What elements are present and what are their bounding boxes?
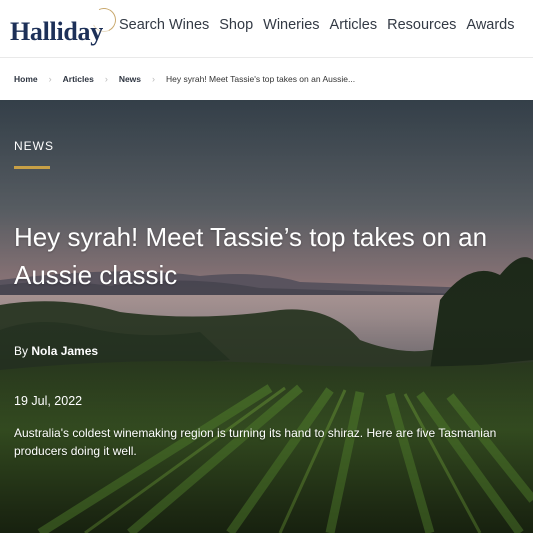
breadcrumb-bar: Home › Articles › News › Hey syrah! Meet…	[0, 58, 533, 100]
nav-search-wines[interactable]: Search Wines	[119, 17, 209, 33]
category-underline	[14, 166, 50, 169]
breadcrumb-articles[interactable]: Articles	[63, 74, 94, 84]
nav-awards[interactable]: Awards	[466, 17, 514, 33]
article-summary: Australia's coldest winemaking region is…	[14, 426, 497, 458]
main-nav: Search Wines Shop Wineries Articles Reso…	[119, 17, 525, 33]
chevron-right-icon: ›	[152, 74, 156, 84]
nav-wineries[interactable]: Wineries	[263, 17, 319, 33]
article-title: Hey syrah! Meet Tassie’s top takes on an…	[14, 222, 488, 290]
breadcrumb-news[interactable]: News	[119, 74, 141, 84]
breadcrumb-current: Hey syrah! Meet Tassie's top takes on an…	[166, 74, 356, 84]
byline: By Nola James	[14, 344, 98, 358]
nav-resources[interactable]: Resources	[387, 17, 456, 33]
breadcrumb: Home › Articles › News › Hey syrah! Meet…	[14, 74, 355, 84]
vineyard-hero-image	[0, 100, 533, 533]
chevron-right-icon: ›	[104, 74, 108, 84]
nav-shop[interactable]: Shop	[219, 17, 253, 33]
logo-text: Halliday	[10, 17, 103, 46]
byline-prefix: By	[14, 344, 29, 358]
author-link[interactable]: Nola James	[31, 344, 98, 358]
site-header: Halliday Search Wines Shop Wineries Arti…	[0, 0, 533, 58]
article-hero: NEWS Hey syrah! Meet Tassie’s top takes …	[0, 100, 533, 533]
halliday-logo[interactable]: Halliday	[10, 4, 120, 48]
article-category: NEWS	[14, 139, 54, 153]
chevron-right-icon: ›	[48, 74, 52, 84]
breadcrumb-home[interactable]: Home	[14, 74, 38, 84]
nav-articles[interactable]: Articles	[330, 17, 378, 33]
publish-date: 19 Jul, 2022	[14, 394, 83, 408]
